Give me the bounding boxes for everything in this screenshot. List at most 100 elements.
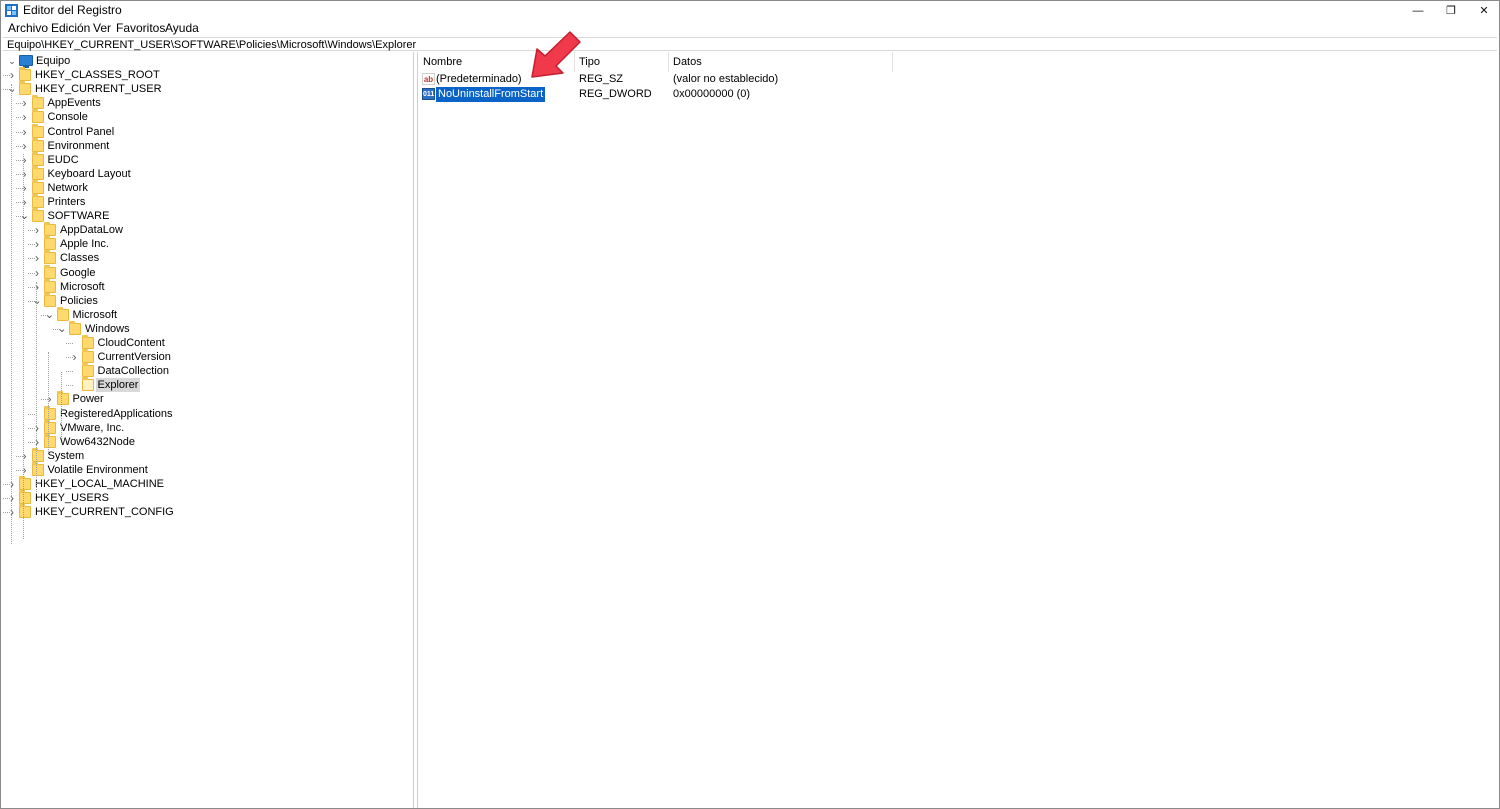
tree-item-keyboard-layout[interactable]: › Keyboard Layout [3,165,403,181]
chevron-right-icon[interactable]: › [7,491,17,505]
tree-item-label: Printers [47,196,86,208]
chevron-right-icon[interactable]: › [20,153,30,167]
tree-item-classes[interactable]: › Classes [3,250,403,265]
chevron-down-icon[interactable]: ⌄ [57,322,67,336]
tree-item-microsoft[interactable]: › Microsoft [3,278,403,294]
tree-item-hkey-users[interactable]: › HKEY_USERS [3,490,403,505]
tree-item-network[interactable]: › Network [3,179,403,195]
chevron-right-icon[interactable]: › [45,392,55,406]
value-data: 0x00000000 (0) [673,88,751,100]
tree-item-registeredapplications[interactable]: RegisteredApplications [3,405,403,421]
menu-ayuda[interactable]: Ayuda [165,22,199,35]
tree-item-hkey-current-user[interactable]: ⌄ HKEY_CURRENT_USER [3,81,403,96]
tree-item-vmware-inc[interactable]: › VMware, Inc. [3,419,403,435]
tree-item-apple-inc[interactable]: › Apple Inc. [3,236,403,251]
folder-icon [44,250,56,265]
value-name[interactable]: NoUninstallFromStart [436,87,546,102]
chevron-down-icon[interactable]: ⌄ [7,82,17,96]
tree-item-hkey-current-config[interactable]: › HKEY_CURRENT_CONFIG [3,504,403,519]
tree-item-label: Google [60,266,96,279]
tree-item-label: HKEY_CLASSES_ROOT [35,69,160,82]
tree-item-currentversion[interactable]: › CurrentVersion [3,349,403,364]
tree-item-label: CloudContent [97,337,165,349]
chevron-right-icon[interactable]: › [70,350,80,364]
chevron-right-icon[interactable]: › [32,237,42,251]
close-button[interactable]: ✕ [1466,1,1500,20]
value-row[interactable]: 011 NoUninstallFromStart REG_DWORD 0x000000… [419,87,1497,102]
menu-edicion[interactable]: Edición [51,22,90,35]
tree-item-label: System [47,449,85,462]
chevron-down-icon[interactable]: ⌄ [32,294,42,308]
column-header-datos[interactable]: Datos [669,52,893,72]
values-list[interactable]: Nombre Tipo Datos ab (Predeterminado) REG_… [419,52,1497,808]
folder-icon [44,405,56,420]
chevron-right-icon[interactable]: › [7,477,17,491]
tree-item-system[interactable]: › System [3,447,403,463]
tree-item-microsoft[interactable]: ⌄ Microsoft [3,306,403,322]
address-path[interactable]: Equipo\HKEY_CURRENT_USER\SOFTWARE\Polici… [7,39,416,51]
tree-item-eudc[interactable]: › EUDC [3,151,403,167]
chevron-right-icon[interactable]: › [32,421,42,435]
tree-item-control-panel[interactable]: › Control Panel [3,123,403,139]
chevron-right-icon[interactable]: › [7,68,17,82]
tree-item-environment[interactable]: › Environment [3,137,403,153]
chevron-down-icon[interactable]: ⌄ [7,54,17,68]
tree-item-appevents[interactable]: › AppEvents [3,95,403,110]
folder-icon [19,81,31,96]
tree-item-appdatalow[interactable]: › AppDataLow [3,222,403,237]
chevron-right-icon[interactable]: › [20,195,30,209]
menu-archivo[interactable]: Archivo [8,22,48,35]
chevron-down-icon[interactable]: ⌄ [20,209,30,223]
chevron-down-icon[interactable]: ⌄ [45,308,55,322]
chevron-right-icon[interactable]: › [20,463,30,477]
registry-tree[interactable]: ⌄ Equipo › HKEY_CLASSES_ROOT ⌄ HKEY_CURRENT_U… [3,52,414,808]
chevron-right-icon[interactable]: › [32,251,42,265]
maximize-button[interactable]: ❐ [1433,1,1469,20]
chevron-right-icon[interactable]: › [20,125,30,139]
chevron-right-icon[interactable]: › [20,167,30,181]
folder-icon [81,349,94,364]
tree-item-hkey-classes-root[interactable]: › HKEY_CLASSES_ROOT [3,67,403,82]
pane-splitter[interactable] [414,52,418,808]
tree-item-datacollection[interactable]: DataCollection [3,363,403,378]
chevron-right-icon[interactable]: › [32,280,42,294]
folder-icon [44,236,56,251]
value-name[interactable]: (Predeterminado) [436,72,522,87]
chevron-right-icon[interactable]: › [7,505,17,519]
tree-item-cloudcontent[interactable]: CloudContent [3,335,403,350]
tree-item-google[interactable]: › Google [3,264,403,280]
tree-item-explorer[interactable]: Explorer [3,377,403,393]
folder-icon [31,194,44,208]
tree-item-volatile-environment[interactable]: › Volatile Environment [3,461,403,477]
tree-item-policies[interactable]: ⌄ Policies [3,292,403,308]
chevron-right-icon[interactable]: › [20,181,30,195]
tree-item-console[interactable]: › Console [3,109,403,124]
tree-connector [28,413,35,415]
tree-item-label: Equipo [36,55,71,67]
chevron-right-icon[interactable]: › [32,223,42,237]
menu-favoritos[interactable]: Favoritos [116,22,165,35]
tree-item-equipo[interactable]: ⌄ Equipo [3,54,403,68]
tree-item-hkey-local-machine[interactable]: › HKEY_LOCAL_MACHINE [3,476,403,491]
chevron-right-icon[interactable]: › [20,96,30,110]
column-header-tipo[interactable]: Tipo [575,52,669,72]
binary-value-icon: 011 [422,88,435,100]
tree-item-wow6432node[interactable]: › Wow6432Node [3,433,403,449]
chevron-right-icon[interactable]: › [32,266,42,280]
tree-item-windows[interactable]: ⌄ Windows [3,320,403,336]
folder-icon [44,278,56,293]
tree-item-printers[interactable]: › Printers [3,194,403,209]
menu-ver[interactable]: Ver [93,22,111,35]
chevron-right-icon[interactable]: › [20,449,30,463]
chevron-right-icon[interactable]: › [20,110,30,124]
address-bar[interactable]: Equipo\HKEY_CURRENT_USER\SOFTWARE\Polici… [3,37,1497,51]
folder-icon [31,447,44,462]
chevron-right-icon[interactable]: › [20,139,30,153]
computer-icon [19,55,33,68]
tree-item-label: HKEY_USERS [35,492,109,505]
minimize-button[interactable]: — [1400,1,1436,20]
tree-item-label: RegisteredApplications [60,407,173,420]
tree-item-software[interactable]: ⌄ SOFTWARE [3,208,403,223]
tree-item-power[interactable]: › Power [3,391,403,406]
chevron-right-icon[interactable]: › [32,435,42,449]
